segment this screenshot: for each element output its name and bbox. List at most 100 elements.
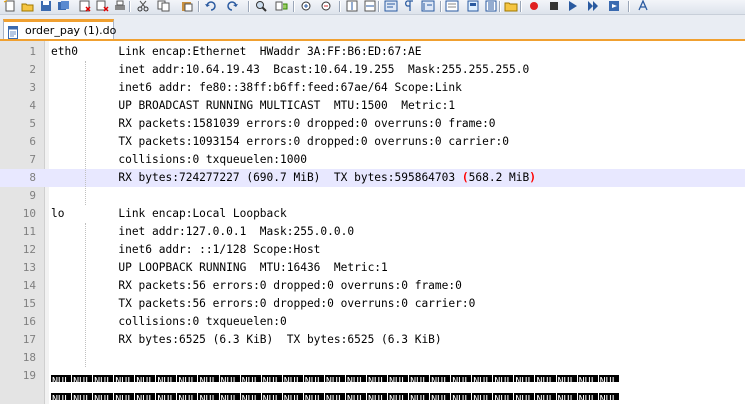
- nul-char: NUL: [177, 375, 198, 382]
- line-text-content: TX packets:1093154 errors:0 dropped:0 ov…: [51, 135, 510, 148]
- line-text-content: UP LOOPBACK RUNNING MTU:16436 Metric:1: [51, 261, 388, 274]
- editor[interactable]: 1 eth0 Link encap:Ethernet HWaddr 3A:FF:B…: [0, 41, 745, 404]
- print-icon[interactable]: [113, 0, 127, 12]
- line-number: 16: [22, 315, 36, 328]
- zoom-in-icon[interactable]: [300, 0, 314, 12]
- nul-char: NUL: [303, 375, 324, 382]
- save-all-icon[interactable]: [57, 0, 71, 12]
- stop-record-icon[interactable]: [547, 0, 561, 12]
- replace-icon[interactable]: [275, 0, 289, 12]
- brace-match-close: ): [529, 171, 536, 184]
- nul-char: NUL: [388, 393, 409, 400]
- tab-order-pay[interactable]: order_pay (1).do: [3, 19, 116, 39]
- close-icon[interactable]: [78, 0, 92, 12]
- line-number: 19: [22, 369, 36, 382]
- zoom-out-icon[interactable]: [320, 0, 334, 12]
- line-number: 13: [22, 261, 36, 274]
- record-macro-icon[interactable]: [527, 0, 541, 12]
- nul-char: NUL: [219, 375, 240, 382]
- tab-bar: order_pay (1).do: [0, 15, 745, 41]
- line-number: 1: [29, 45, 36, 58]
- line-text: inet addr:10.64.19.43 Bcast:10.64.19.255…: [51, 61, 529, 79]
- nul-characters: NUL NUL NUL NUL NUL NUL NUL NUL NUL NUL NUL NUL NUL N…: [51, 369, 745, 382]
- editor-line[interactable]: 5 RX packets:1581039 errors:0 dropped:0 …: [0, 115, 745, 133]
- nul-char: NUL: [135, 375, 156, 382]
- nul-char: NUL: [198, 393, 219, 400]
- editor-line[interactable]: 15 TX packets:56 errors:0 dropped:0 over…: [0, 295, 745, 313]
- indent-guide: [85, 223, 86, 367]
- editor-line[interactable]: 13 UP LOOPBACK RUNNING MTU:16436 Metric:…: [0, 259, 745, 277]
- editor-line[interactable]: 17 RX bytes:6525 (6.3 KiB) TX bytes:6525…: [0, 331, 745, 349]
- nul-char: NUL: [282, 393, 303, 400]
- line-text-content: inet6 addr: ::1/128 Scope:Host: [51, 243, 321, 256]
- nul-char: NUL: [514, 375, 535, 382]
- toolbar-separator: [248, 1, 250, 12]
- redo-icon[interactable]: [225, 0, 239, 12]
- editor-line[interactable]: 12 inet6 addr: ::1/128 Scope:Host: [0, 241, 745, 259]
- save-icon[interactable]: [39, 0, 53, 12]
- editor-line[interactable]: 11 inet addr:127.0.0.1 Mask:255.0.0.0: [0, 223, 745, 241]
- line-number: 18: [22, 351, 36, 364]
- editor-line[interactable]: 6 TX packets:1093154 errors:0 dropped:0 …: [0, 133, 745, 151]
- nul-char: NUL: [93, 375, 114, 382]
- line-text-content: collisions:0 txqueuelen:0: [51, 315, 287, 328]
- function-list-icon[interactable]: [484, 0, 498, 12]
- line-text: inet6 addr: ::1/128 Scope:Host: [51, 241, 320, 259]
- word-wrap-icon[interactable]: [384, 0, 398, 12]
- editor-line[interactable]: 18: [0, 349, 745, 367]
- sync-v-icon[interactable]: [345, 0, 359, 12]
- line-text-content: collisions:0 txqueuelen:1000: [51, 153, 307, 166]
- nul-char: NUL: [156, 375, 177, 382]
- nul-char: NUL: [114, 375, 135, 382]
- find-icon[interactable]: [254, 0, 268, 12]
- show-all-chars-icon[interactable]: [402, 0, 416, 12]
- run-macro-icon[interactable]: [587, 0, 601, 12]
- editor-line[interactable]: 19 NUL NUL NUL NUL NUL NUL NUL NUL NUL NUL NUL NUL NU…: [0, 367, 745, 400]
- open-file-icon[interactable]: [21, 0, 35, 12]
- nul-char: NUL: [261, 375, 282, 382]
- editor-line[interactable]: 3 inet6 addr: fe80::38ff:b6ff:feed:67ae/…: [0, 79, 745, 97]
- close-all-icon[interactable]: [96, 0, 110, 12]
- editor-line[interactable]: 7 collisions:0 txqueuelen:1000: [0, 151, 745, 169]
- copy-icon[interactable]: [157, 0, 171, 12]
- user-lang-icon[interactable]: [445, 0, 459, 12]
- line-number: 14: [22, 279, 36, 292]
- line-text: inet addr:127.0.0.1 Mask:255.0.0.0: [51, 223, 354, 241]
- line-number: 5: [29, 117, 36, 130]
- undo-icon[interactable]: [204, 0, 218, 12]
- folder-workspace-icon[interactable]: [504, 0, 518, 12]
- editor-line[interactable]: 14 RX packets:56 errors:0 dropped:0 over…: [0, 277, 745, 295]
- paste-icon[interactable]: [180, 0, 194, 12]
- spell-check-icon[interactable]: [637, 0, 651, 12]
- cut-icon[interactable]: [136, 0, 150, 12]
- editor-line[interactable]: 9: [0, 187, 745, 205]
- new-file-icon[interactable]: [3, 0, 17, 12]
- nul-char: NUL: [324, 393, 345, 400]
- nul-char: NUL: [577, 393, 598, 400]
- editor-line[interactable]: 4 UP BROADCAST RUNNING MULTICAST MTU:150…: [0, 97, 745, 115]
- line-text-content: eth0 Link encap:Ethernet HWaddr 3A:FF:B6…: [51, 45, 422, 58]
- nul-char: NUL: [366, 375, 387, 382]
- editor-line[interactable]: 2 inet addr:10.64.19.43 Bcast:10.64.19.2…: [0, 61, 745, 79]
- save-macro-icon[interactable]: [607, 0, 621, 12]
- nul-char: NUL: [51, 375, 72, 382]
- toolbar-separator: [440, 1, 442, 12]
- playback-icon[interactable]: [566, 0, 580, 12]
- editor-line[interactable]: 10 lo Link encap:Local Loopback: [0, 205, 745, 223]
- nul-char: NUL: [577, 375, 598, 382]
- indent-guide-icon[interactable]: [421, 0, 435, 12]
- line-text: UP BROADCAST RUNNING MULTICAST MTU:1500 …: [51, 97, 455, 115]
- editor-line[interactable]: 1 eth0 Link encap:Ethernet HWaddr 3A:FF:B…: [0, 43, 745, 61]
- doc-map-icon[interactable]: [466, 0, 480, 12]
- nul-char: NUL: [535, 393, 556, 400]
- line-text-content: lo Link encap:Local Loopback: [51, 207, 287, 220]
- nul-char: NUL: [535, 375, 556, 382]
- line-text: RX packets:1581039 errors:0 dropped:0 ov…: [51, 115, 495, 133]
- editor-line[interactable]: 8 RX bytes:724277227 (690.7 MiB) TX byte…: [0, 169, 745, 187]
- nul-char: NUL: [493, 393, 514, 400]
- sync-h-icon[interactable]: [363, 0, 377, 12]
- nul-char: NUL: [556, 393, 577, 400]
- line-number: 8: [29, 171, 36, 184]
- editor-line[interactable]: 16 collisions:0 txqueuelen:0: [0, 313, 745, 331]
- nul-char: NUL: [240, 375, 261, 382]
